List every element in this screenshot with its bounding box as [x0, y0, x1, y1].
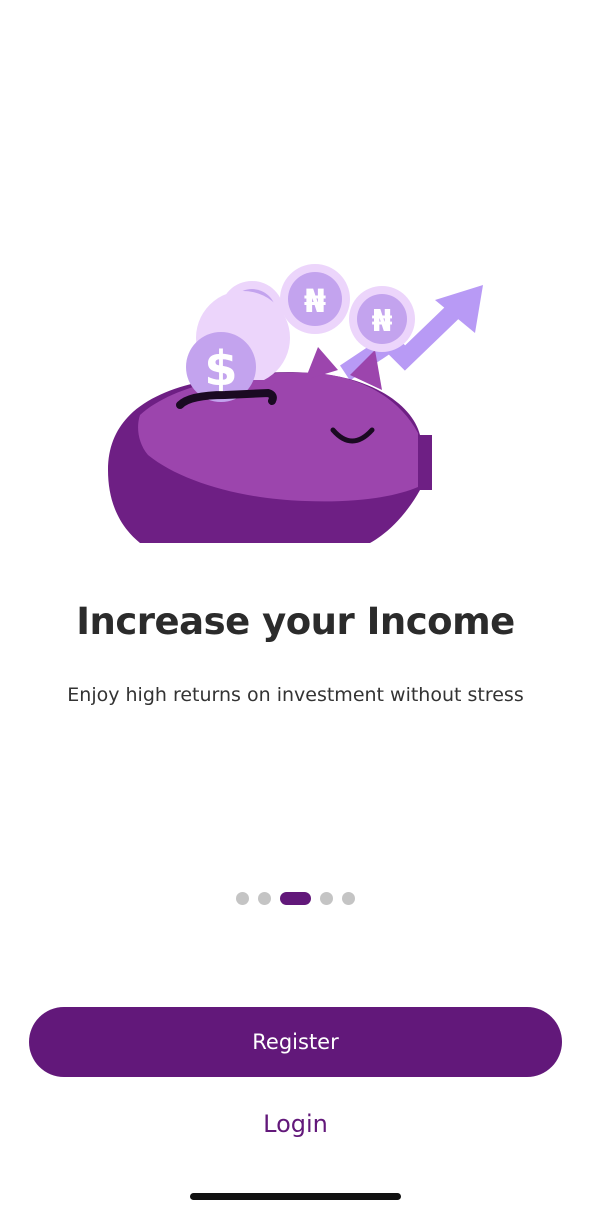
onboarding-title: Increase your Income — [76, 600, 515, 643]
page-dot-3-active[interactable] — [280, 892, 311, 905]
svg-text:₦: ₦ — [372, 304, 393, 339]
page-dot-4[interactable] — [320, 892, 333, 905]
page-dot-1[interactable] — [236, 892, 249, 905]
piggy-bank-illustration: $ ₦ ₦ $ — [108, 264, 483, 543]
page-dot-2[interactable] — [258, 892, 271, 905]
login-button[interactable]: Login — [0, 1104, 591, 1144]
svg-text:$: $ — [204, 341, 237, 397]
register-button[interactable]: Register — [29, 1007, 562, 1077]
page-dot-5[interactable] — [342, 892, 355, 905]
home-indicator[interactable] — [190, 1193, 401, 1200]
onboarding-illustration: $ ₦ ₦ $ — [100, 255, 500, 555]
onboarding-subtitle: Enjoy high returns on investment without… — [67, 684, 524, 706]
naira-coin-right-icon: ₦ — [349, 286, 415, 352]
naira-coin-top-icon: ₦ — [280, 264, 350, 334]
svg-text:₦: ₦ — [304, 282, 326, 320]
page-indicator — [0, 892, 591, 905]
